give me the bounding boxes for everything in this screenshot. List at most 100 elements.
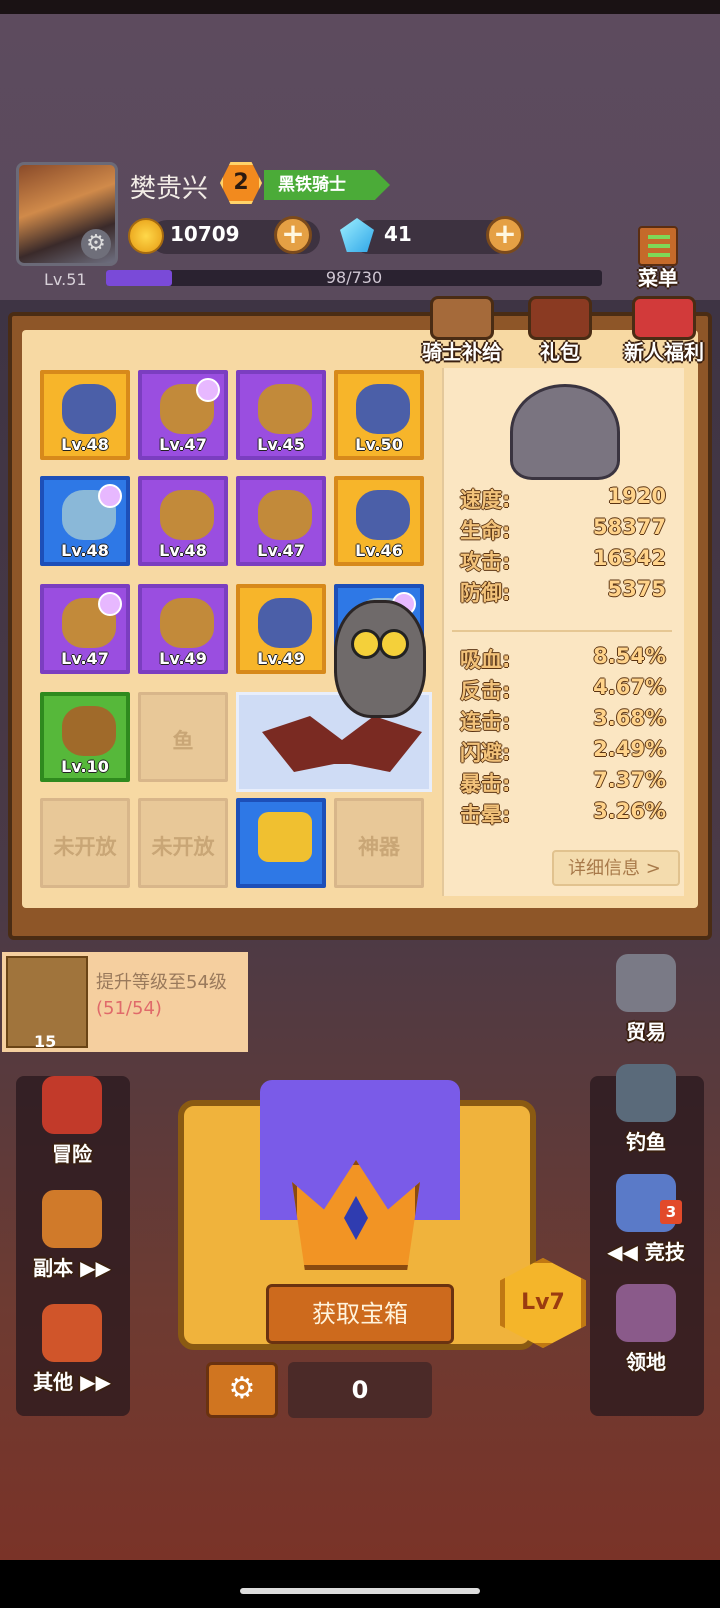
equipment-level: Lv.49 bbox=[159, 649, 207, 668]
add-gold-button[interactable]: + bbox=[274, 216, 312, 254]
equipment-level: Lv.48 bbox=[61, 541, 109, 560]
quest-count: 15 bbox=[34, 1032, 57, 1051]
territory-icon bbox=[616, 1284, 676, 1342]
locked-slot-2[interactable]: 未开放 bbox=[138, 798, 228, 888]
gem-amount: 41 bbox=[384, 222, 412, 246]
stats-divider bbox=[452, 630, 672, 632]
stat-row: 吸血: 8.54% bbox=[460, 644, 666, 674]
menu-territory-button[interactable]: 领地 bbox=[594, 1280, 698, 1380]
home-indicator[interactable] bbox=[240, 1588, 480, 1594]
menu-trade-ship-button[interactable]: 贸易 bbox=[594, 950, 698, 1050]
adventure-flag-icon bbox=[42, 1076, 102, 1134]
newbie-bonus-button[interactable]: 新人福利 bbox=[612, 296, 716, 370]
chest-settings-button[interactable]: ⚙ bbox=[206, 1362, 278, 1418]
menu-fishing-button[interactable]: 钓鱼 bbox=[594, 1060, 698, 1160]
gear-icon: ⚙ bbox=[228, 1371, 256, 1406]
stat-name: 反击: bbox=[460, 679, 511, 703]
gold-amount: 10709 bbox=[170, 222, 240, 246]
menu-label: 副本 ▶▶ bbox=[33, 1256, 111, 1280]
stat-name: 吸血: bbox=[460, 648, 511, 672]
get-chest-button[interactable]: 获取宝箱 bbox=[266, 1284, 454, 1344]
stat-value: 1920 bbox=[607, 484, 666, 508]
stat-row: 暴击: 7.37% bbox=[460, 768, 666, 798]
stat-row: 攻击: 16342 bbox=[460, 546, 666, 576]
equipment-slot[interactable]: Lv.49 bbox=[236, 584, 326, 674]
rank-badge: 2 bbox=[220, 162, 262, 204]
stat-value: 2.49% bbox=[593, 737, 666, 761]
player-name: 樊贵兴 bbox=[130, 174, 209, 204]
supply-crate-icon bbox=[430, 296, 494, 340]
mount-level: Lv.10 bbox=[61, 757, 109, 776]
add-gem-button[interactable]: + bbox=[486, 216, 524, 254]
player-avatar[interactable]: ⚙ bbox=[16, 162, 118, 266]
mount-slot[interactable]: Lv.10 bbox=[40, 692, 130, 782]
equipment-level: Lv.50 bbox=[355, 435, 403, 454]
quest-progress: (51/54) bbox=[96, 998, 162, 1019]
amulet-slot[interactable] bbox=[236, 798, 326, 888]
locked-slot-1[interactable]: 未开放 bbox=[40, 798, 130, 888]
equipment-slot[interactable]: Lv.50 bbox=[334, 370, 424, 460]
upgrade-swirl-icon bbox=[196, 378, 220, 402]
equipment-slot[interactable]: Lv.47 bbox=[40, 584, 130, 674]
equipment-slot[interactable]: Lv.47 bbox=[236, 476, 326, 566]
equipment-slot[interactable]: Lv.48 bbox=[40, 370, 130, 460]
menu-label: 贸易 bbox=[626, 1020, 666, 1044]
detail-info-button[interactable]: 详细信息 > bbox=[552, 850, 680, 886]
stat-value: 5375 bbox=[607, 577, 666, 601]
stat-name: 生命: bbox=[460, 519, 511, 543]
equipment-level: Lv.45 bbox=[257, 435, 305, 454]
stat-value: 58377 bbox=[592, 515, 666, 539]
locked-slot-label: 未开放 bbox=[151, 835, 215, 859]
quest-text: 提升等级至54级 bbox=[96, 972, 227, 993]
menu-label: ◀◀ 竞技 bbox=[607, 1240, 685, 1264]
knight-supply-button[interactable]: 骑士补给 bbox=[414, 296, 510, 370]
menu-label: 其他 ▶▶ bbox=[33, 1370, 111, 1394]
menu-list-icon bbox=[638, 226, 678, 266]
menu-dungeon-shield-button[interactable]: 副本 ▶▶ bbox=[20, 1186, 124, 1286]
equipment-slot[interactable]: Lv.46 bbox=[334, 476, 424, 566]
equipment-slot[interactable]: Lv.48 bbox=[138, 476, 228, 566]
player-level: Lv.51 bbox=[44, 270, 87, 289]
equipment-level: Lv.48 bbox=[159, 541, 207, 560]
equipment-level: Lv.49 bbox=[257, 649, 305, 668]
stat-name: 连击: bbox=[460, 710, 511, 734]
fish-slot[interactable]: 鱼 bbox=[138, 692, 228, 782]
equipment-item-icon bbox=[258, 490, 312, 540]
menu-other-house-button[interactable]: 其他 ▶▶ bbox=[20, 1300, 124, 1400]
chest-counter: 0 bbox=[288, 1362, 432, 1418]
trade-ship-icon bbox=[616, 954, 676, 1012]
equipment-slot[interactable]: Lv.47 bbox=[138, 370, 228, 460]
artifact-slot[interactable]: 神器 bbox=[334, 798, 424, 888]
stat-row: 防御: 5375 bbox=[460, 577, 666, 607]
menu-label: 领地 bbox=[626, 1350, 666, 1374]
equipment-level: Lv.46 bbox=[355, 541, 403, 560]
stat-name: 击晕: bbox=[460, 803, 511, 827]
fish-slot-label: 鱼 bbox=[172, 729, 194, 753]
equipment-slot[interactable]: Lv.49 bbox=[138, 584, 228, 674]
equipment-slot[interactable]: Lv.48 bbox=[40, 476, 130, 566]
equipment-slot[interactable]: Lv.45 bbox=[236, 370, 326, 460]
stat-name: 暴击: bbox=[460, 772, 511, 796]
owl-pet-icon bbox=[334, 600, 426, 718]
menu-adventure-flag-button[interactable]: 冒险 bbox=[20, 1072, 124, 1172]
equipment-level: Lv.48 bbox=[61, 435, 109, 454]
xp-text: 98/730 bbox=[325, 268, 383, 287]
stat-value: 8.54% bbox=[593, 644, 666, 668]
avatar-gear-icon[interactable]: ⚙ bbox=[81, 229, 111, 259]
stat-name: 速度: bbox=[460, 488, 511, 512]
upgrade-swirl-icon bbox=[98, 592, 122, 616]
horse-mount-icon bbox=[62, 706, 116, 756]
equipment-item-icon bbox=[160, 490, 214, 540]
gift-pack-button[interactable]: 礼包 bbox=[520, 296, 600, 370]
menu-label: 冒险 bbox=[52, 1142, 92, 1166]
menu-button[interactable]: 菜单 bbox=[632, 226, 684, 290]
equipment-level: Lv.47 bbox=[61, 649, 109, 668]
menu-arena-swords-button[interactable]: 3 ◀◀ 竞技 bbox=[594, 1170, 698, 1270]
stat-row: 击晕: 3.26% bbox=[460, 799, 666, 829]
fishing-icon bbox=[616, 1064, 676, 1122]
stat-value: 3.68% bbox=[593, 706, 666, 730]
gift-box-icon bbox=[528, 296, 592, 340]
gold-coin-icon bbox=[128, 218, 164, 254]
stat-value: 3.26% bbox=[593, 799, 666, 823]
gift-pack-label: 礼包 bbox=[540, 340, 580, 364]
